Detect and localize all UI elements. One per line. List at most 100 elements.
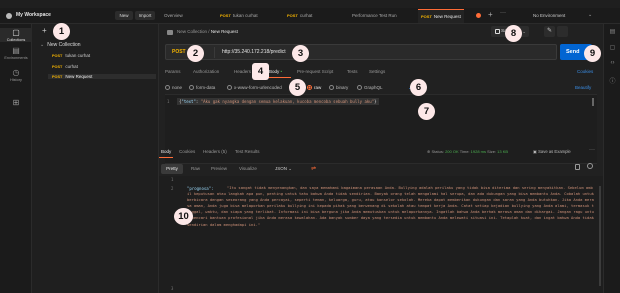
response-text: "Itu sangat tidak menyenangkan, dan saya…	[187, 185, 594, 227]
wrap-lines-icon[interactable]: ⇌	[311, 164, 316, 174]
copy-icon[interactable]	[575, 164, 580, 170]
save-as-example-button[interactable]: ▣ Save as Example	[533, 149, 571, 154]
radio-icon	[189, 85, 194, 90]
new-button[interactable]: New	[115, 11, 133, 20]
radio-graphql[interactable]: GraphQL	[357, 85, 383, 90]
response-scrollbar[interactable]	[599, 186, 601, 286]
rail-item-history[interactable]: ◷ History	[0, 68, 32, 82]
radio-binary[interactable]: binary	[329, 85, 348, 90]
resp-tab-cookies[interactable]: Cookies	[179, 149, 195, 154]
response-body[interactable]: 1 2 3 "prognosa": "Itu sangat tidak meny…	[159, 176, 603, 293]
radio-icon	[165, 85, 170, 90]
environment-select[interactable]: No Environment	[530, 10, 592, 21]
chevron-down-icon: ⌄	[288, 166, 293, 171]
collections-icon: ▢	[12, 28, 20, 37]
active-tab-underline	[267, 77, 291, 78]
tab-body[interactable]: Body •	[269, 69, 282, 74]
divider	[214, 47, 215, 58]
postman-app: My Workspace New Import Overview POST tuk…	[0, 0, 620, 293]
url-bar: POST ⌄ http://35.240.172.218/predict	[165, 44, 557, 60]
request-panel: New Collection / New Request Save ⌄ ✎ PO…	[159, 24, 603, 293]
annotation-marker-1: 1	[53, 23, 70, 40]
tab-authorization[interactable]: Authorization	[193, 69, 219, 74]
code-icon[interactable]: ‹›	[608, 60, 617, 66]
format-pretty[interactable]: Pretty	[161, 164, 183, 174]
rail-item-more[interactable]: ⊞	[0, 98, 32, 108]
radio-none[interactable]: none	[165, 85, 182, 90]
save-icon	[495, 29, 500, 34]
body-code[interactable]: {"text": "Aku gak nyangka dengan semua k…	[177, 98, 379, 105]
resp-tab-body[interactable]: Body	[161, 149, 171, 154]
history-icon: ◷	[12, 68, 20, 77]
search-icon[interactable]	[587, 163, 593, 169]
sidebar-rail: ▢ Collections ▤ Environments ◷ History ⊞	[0, 24, 32, 293]
collection-item-new-request[interactable]: POST New Request	[48, 74, 156, 79]
workspace-icon	[6, 13, 12, 19]
tab-curhat[interactable]: POST curhat	[287, 9, 312, 23]
line-number: 2	[171, 186, 174, 191]
unsaved-dot-icon	[476, 13, 481, 18]
annotation-marker-5: 5	[289, 79, 306, 96]
request-icon	[167, 30, 173, 35]
editor-scrollbar[interactable]	[592, 98, 594, 106]
comments-icon[interactable]: ▢	[608, 44, 617, 51]
workspace-name[interactable]: My Workspace	[16, 12, 51, 18]
tab-params[interactable]: Params	[165, 69, 181, 74]
beautify-link[interactable]: Beautify	[575, 85, 591, 90]
collection-header[interactable]: ⌄ New Collection	[40, 42, 81, 48]
radio-selected-icon	[307, 85, 312, 90]
active-tab-underline	[159, 157, 173, 158]
format-preview[interactable]: Preview	[211, 164, 227, 174]
format-visualize[interactable]: Visualize	[239, 164, 257, 174]
annotation-marker-6: 6	[410, 79, 427, 96]
tab-tests[interactable]: Tests	[347, 69, 358, 74]
radio-icon	[329, 85, 334, 90]
tab-overview[interactable]: Overview	[164, 9, 183, 23]
tabs-more-icon[interactable]: ···	[500, 10, 506, 16]
cookies-link[interactable]: Cookies	[577, 69, 593, 74]
radio-icon	[227, 85, 232, 90]
import-button[interactable]: Import	[135, 11, 155, 20]
info-icon[interactable]: ⓘ	[608, 76, 617, 85]
url-input[interactable]: http://35.240.172.218/predict	[222, 49, 286, 55]
edit-icon[interactable]: ✎	[544, 26, 555, 37]
line-number: 3	[171, 286, 174, 291]
more-options-icon[interactable]: ···	[589, 147, 595, 153]
radio-raw[interactable]: raw	[307, 85, 321, 90]
rail-item-collections[interactable]: ▢ Collections	[0, 28, 32, 42]
resp-tab-headers[interactable]: Headers (5)	[203, 149, 227, 154]
resp-tab-test-results[interactable]: Test Results	[235, 149, 260, 154]
documentation-icon[interactable]: ▤	[608, 28, 617, 35]
chevron-down-icon[interactable]: ⌄	[522, 26, 526, 37]
tab-performance-test-run[interactable]: Performance Test Run	[352, 9, 397, 23]
tab-settings[interactable]: Settings	[369, 69, 385, 74]
radio-form-data[interactable]: form-data	[189, 85, 215, 90]
collection-item-curhat[interactable]: POST curhat	[52, 64, 78, 69]
collection-item-tukan-curhat[interactable]: POST tukan curhat	[52, 53, 90, 58]
chevron-down-icon: ⌄	[40, 42, 45, 48]
tab-pre-request-script[interactable]: Pre-request Script	[297, 69, 333, 74]
rail-item-environments[interactable]: ▤ Environments	[0, 46, 32, 60]
radio-urlencoded[interactable]: x-www-form-urlencoded	[227, 85, 282, 90]
response-format-select[interactable]: JSON ⌄	[275, 164, 292, 174]
collections-panel: + ≡ ⌄New Collection POSTtukan curhat POS…	[32, 24, 159, 293]
radio-icon	[357, 85, 362, 90]
chevron-down-icon: ⌄	[588, 12, 593, 18]
add-collection-plus-icon[interactable]: +	[42, 26, 47, 35]
annotation-marker-2: 2	[187, 45, 204, 62]
more-icon: ⊞	[12, 98, 20, 107]
annotation-marker-8: 8	[505, 25, 522, 42]
documentation-icon[interactable]	[557, 26, 568, 37]
annotation-marker-10: 10	[174, 208, 193, 225]
tab-tukan-curhat[interactable]: POST tukan curhat	[220, 9, 258, 23]
right-sidebar: ▤ ▢ ‹› ⓘ	[603, 24, 620, 293]
method-select[interactable]: POST	[172, 49, 186, 55]
globe-icon: ⊕	[427, 149, 431, 154]
format-raw[interactable]: Raw	[191, 164, 200, 174]
tab-new-request[interactable]: POST New Request	[418, 9, 464, 23]
annotation-marker-3: 3	[292, 45, 309, 62]
new-tab-plus-icon[interactable]: +	[488, 10, 493, 19]
top-bar: My Workspace New Import Overview POST tuk…	[0, 8, 620, 24]
save-icon: ▣	[533, 149, 537, 154]
response-status: ⊕ Status: 200 OK Time: 1928 ms Size: 13 …	[427, 149, 509, 154]
